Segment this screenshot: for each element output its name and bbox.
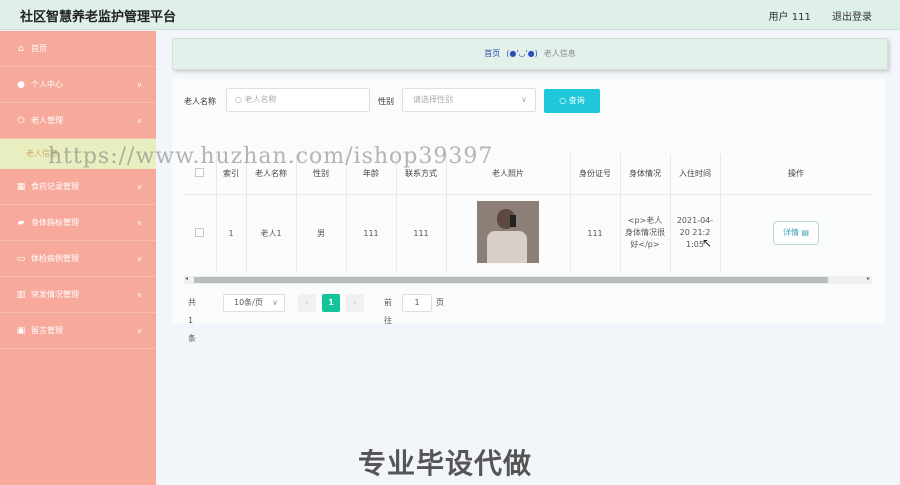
sidebar-item-label: 体检病例管理 bbox=[31, 254, 79, 263]
page-1-button[interactable]: 1 bbox=[322, 294, 340, 312]
grid-icon: ▦ bbox=[16, 182, 26, 192]
chevron-down-icon: ∨ bbox=[136, 219, 142, 227]
chevron-down-icon: ∨ bbox=[136, 327, 142, 335]
name-cell: 老人1 bbox=[246, 194, 297, 272]
page-unit-label: 页 bbox=[436, 298, 444, 307]
gender-select-placeholder: 请选择性别 bbox=[413, 95, 453, 104]
power-icon: ⏻ bbox=[17, 116, 25, 126]
sidebar-item-messages[interactable]: ▣ 留言管理 ∨ bbox=[0, 313, 156, 349]
chevron-down-icon: ∨ bbox=[272, 298, 278, 307]
index-cell: 1 bbox=[216, 194, 247, 272]
scroll-right-icon[interactable]: ▸ bbox=[867, 275, 870, 282]
search-icon: ○ bbox=[235, 95, 242, 104]
age-cell: 111 bbox=[346, 194, 397, 272]
content-panel: 老人名称 ○ 老人名称 性别 请选择性别 ∨ ○ 查询 索引 老人名称 性别 年… bbox=[172, 78, 885, 324]
chevron-down-icon: ∨ bbox=[136, 183, 142, 191]
briefcase-icon: ▰ bbox=[17, 218, 25, 228]
top-right-area: 用户 111 退出登录 bbox=[751, 8, 872, 23]
sidebar-item-elder-management[interactable]: ⏻ 老人管理 ∧ bbox=[0, 103, 156, 139]
mouse-cursor-icon: ↖ bbox=[702, 236, 713, 250]
column-header: 操作 bbox=[720, 154, 872, 195]
page-size-value: 10条/页 bbox=[234, 298, 263, 307]
gender-select[interactable]: 请选择性别 ∨ bbox=[402, 88, 536, 112]
home-icon: ⌂ bbox=[18, 44, 24, 54]
row-checkbox[interactable] bbox=[195, 227, 205, 237]
horizontal-scrollbar[interactable]: ◂ ▸ bbox=[184, 275, 872, 284]
select-all-checkbox[interactable] bbox=[195, 168, 205, 178]
page-size-select[interactable]: 10条/页 ∨ bbox=[223, 294, 285, 312]
gender-filter-label: 性别 bbox=[378, 97, 394, 106]
goto-page-input[interactable]: 1 bbox=[402, 294, 432, 312]
watermark-text: https://www.huzhan.com/ishop39397 bbox=[48, 144, 494, 169]
column-header: 入住时间 bbox=[670, 154, 721, 195]
sidebar-item-personal-center[interactable]: ● 个人中心 ∨ bbox=[0, 67, 156, 103]
detail-button[interactable]: 详情 ▤ bbox=[773, 221, 819, 246]
query-button[interactable]: ○ 查询 bbox=[544, 89, 600, 113]
next-page-button[interactable]: › bbox=[346, 294, 364, 312]
document-icon: ▤ bbox=[801, 228, 810, 238]
query-button-label: 查询 bbox=[568, 96, 585, 105]
action-cell: 详情 ▤ bbox=[720, 194, 872, 272]
sidebar-item-label: 老人管理 bbox=[31, 116, 63, 125]
sidebar-item-body-indicators[interactable]: ▰ 身体指标管理 ∨ bbox=[0, 205, 156, 241]
detail-button-label: 详情 bbox=[782, 228, 799, 238]
scroll-left-icon[interactable]: ◂ bbox=[185, 275, 188, 282]
elder-photo bbox=[477, 201, 539, 264]
breadcrumb: 首页 (●'◡'●) 老人信息 bbox=[172, 38, 888, 70]
column-header: 身份证号 bbox=[570, 154, 621, 195]
goto-label: 前往 bbox=[384, 298, 392, 325]
sidebar-item-label: 个人中心 bbox=[31, 80, 63, 89]
data-table: 索引 老人名称 性别 年龄 联系方式 老人照片 身份证号 身体情况 入住时间 操… bbox=[184, 154, 872, 362]
photo-cell bbox=[446, 194, 571, 272]
name-search-input[interactable]: ○ 老人名称 bbox=[226, 88, 370, 112]
prev-page-button[interactable]: ‹ bbox=[298, 294, 316, 312]
table-row: 1 老人1 男 111 111 111 <p>老人身体情况很好</p> 2021… bbox=[184, 194, 872, 272]
health-cell: <p>老人身体情况很好</p> bbox=[620, 194, 671, 272]
sidebar-item-medical-records[interactable]: ▭ 体检病例管理 ∨ bbox=[0, 241, 156, 277]
id-card-cell: 111 bbox=[570, 194, 621, 272]
user-icon: ● bbox=[17, 80, 25, 90]
chevron-down-icon: ∨ bbox=[136, 291, 142, 299]
logout-link[interactable]: 退出登录 bbox=[832, 12, 872, 23]
checkin-time-cell: 2021-04-20 21:21:05 bbox=[670, 194, 721, 272]
name-filter-label: 老人名称 bbox=[184, 97, 216, 106]
sidebar: ⌂ 首页 ● 个人中心 ∨ ⏻ 老人管理 ∧ 老人信息 ▦ 食药记录管理 ∨ ▰ 身体指标… bbox=[0, 31, 156, 485]
top-bar: 社区智慧养老监护管理平台 用户 111 退出登录 bbox=[0, 0, 900, 30]
breadcrumb-home[interactable]: 首页 bbox=[484, 49, 500, 58]
document-icon: ▣ bbox=[16, 326, 26, 336]
breadcrumb-separator: (●'◡'●) bbox=[506, 49, 538, 58]
column-header: 身体情况 bbox=[620, 154, 671, 195]
chevron-down-icon: ∨ bbox=[136, 255, 142, 263]
sidebar-item-label: 突发情况管理 bbox=[31, 290, 79, 299]
breadcrumb-current: 老人信息 bbox=[543, 49, 576, 58]
chevron-down-icon: ∨ bbox=[521, 95, 527, 104]
scrollbar-thumb[interactable] bbox=[194, 277, 828, 283]
promo-banner-text: 专业毕设代做 bbox=[358, 447, 533, 480]
bar-chart-icon: ▥ bbox=[16, 290, 26, 300]
sidebar-item-emergencies[interactable]: ▥ 突发情况管理 ∨ bbox=[0, 277, 156, 313]
user-label: 用户 111 bbox=[768, 12, 811, 23]
gender-cell: 男 bbox=[296, 194, 347, 272]
contact-cell: 111 bbox=[396, 194, 447, 272]
sidebar-item-label: 首页 bbox=[31, 44, 47, 53]
app-title: 社区智慧养老监护管理平台 bbox=[20, 10, 177, 25]
chevron-up-icon: ∧ bbox=[136, 117, 142, 125]
row-select-cell bbox=[184, 194, 217, 272]
sidebar-item-label: 留言管理 bbox=[31, 326, 63, 335]
message-icon: ▭ bbox=[16, 254, 26, 264]
search-icon: ○ bbox=[559, 96, 567, 105]
sidebar-item-label: 身体指标管理 bbox=[31, 218, 79, 227]
chevron-down-icon: ∨ bbox=[136, 81, 142, 89]
name-input-placeholder: 老人名称 bbox=[244, 95, 277, 104]
sidebar-item-food-medicine[interactable]: ▦ 食药记录管理 ∨ bbox=[0, 169, 156, 205]
total-count: 共 1 条 bbox=[188, 298, 196, 343]
sidebar-item-home[interactable]: ⌂ 首页 bbox=[0, 31, 156, 67]
sidebar-item-label: 食药记录管理 bbox=[31, 182, 79, 191]
